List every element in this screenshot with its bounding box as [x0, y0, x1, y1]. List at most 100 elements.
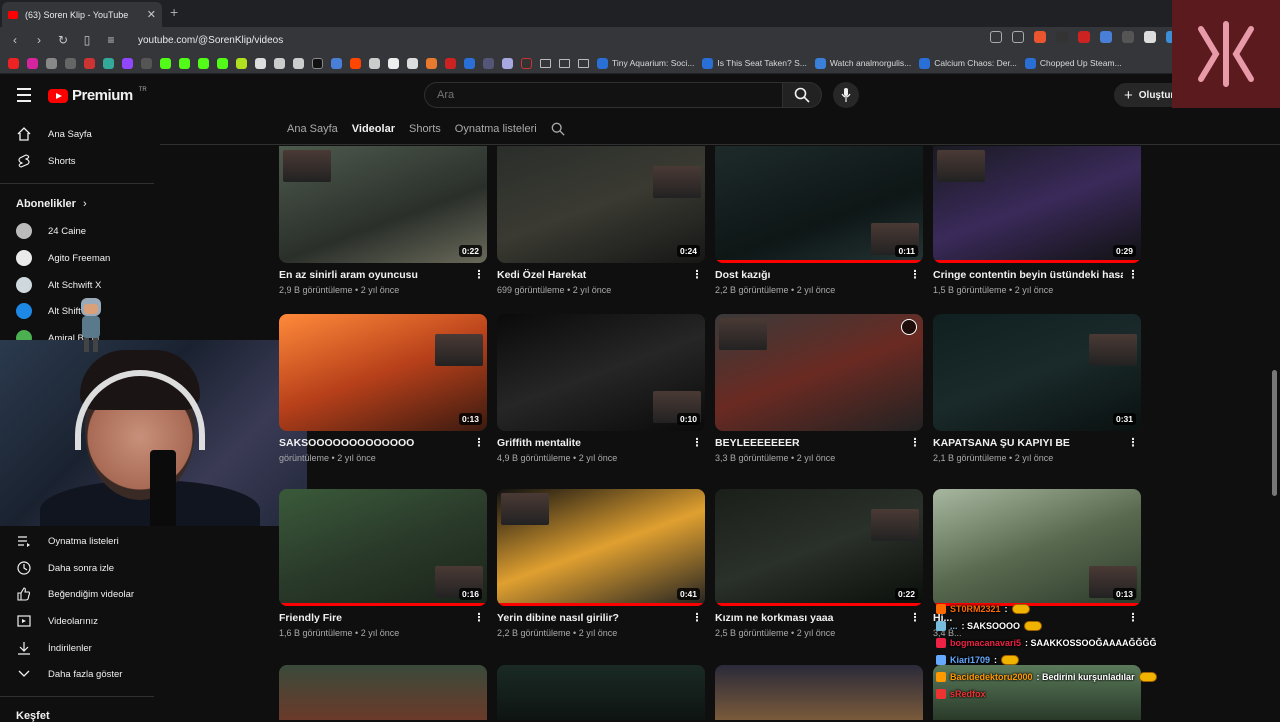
bookmark-x-icon[interactable]	[312, 57, 323, 69]
bookmark-kick-icon[interactable]	[179, 57, 190, 69]
more-options-icon[interactable]: ⋮	[691, 612, 703, 624]
bookmark-item[interactable]: Chopped Up Steam...	[1024, 57, 1122, 69]
video-title[interactable]: Kedi Özel Harekat	[497, 269, 687, 281]
bookmark-kick-icon[interactable]	[160, 57, 171, 69]
sidebar-item-liked[interactable]: Beğendiğim videolar	[16, 584, 134, 604]
extension-icon[interactable]	[1144, 31, 1156, 43]
video-card[interactable]: 0:41 Yerin dibine nasıl girilir? 2,2 B gör…	[497, 489, 705, 638]
sidebar-item-show-more[interactable]: Daha fazla göster	[16, 664, 122, 684]
video-thumbnail[interactable]: 0:31	[933, 314, 1141, 431]
bookmark-icon[interactable]	[388, 57, 399, 69]
video-title[interactable]: Cringe contentin beyin üstündeki hasarı	[933, 269, 1123, 281]
video-title[interactable]: Dost kazığı	[715, 269, 905, 281]
video-card[interactable]: 0:24 Kedi Özel Harekat 699 görüntüleme • 2…	[497, 146, 705, 295]
video-thumbnail[interactable]: 0:22	[715, 489, 923, 606]
sidebar-item-home[interactable]: Ana Sayfa	[16, 124, 92, 144]
sidebar-item-shorts[interactable]: Shorts	[16, 151, 75, 171]
sidebar-item-subscription[interactable]: Alt Schwift X	[16, 275, 101, 295]
tab-videos[interactable]: Videolar	[352, 123, 395, 135]
extension-icon[interactable]	[1122, 31, 1134, 43]
video-card[interactable]: 0:10 Griffith mentalite 4,9 B görüntüleme …	[497, 314, 705, 463]
more-options-icon[interactable]: ⋮	[1127, 269, 1139, 281]
bookmark-drive-icon[interactable]	[103, 57, 114, 69]
bookmark-folder-icon[interactable]	[559, 58, 570, 68]
bookmark-item[interactable]: Is This Seat Taken? S...	[702, 57, 807, 69]
bookmark-icon[interactable]	[331, 57, 342, 69]
bookmark-icon[interactable]	[65, 57, 76, 69]
video-thumbnail[interactable]	[715, 314, 923, 431]
hamburger-menu-icon[interactable]	[17, 88, 31, 106]
sidebar-item-subscription[interactable]: Alt Shift	[16, 301, 81, 321]
video-card[interactable]: 0:31 KAPATSANA ŞU KAPIYI BE 2,1 B görüntül…	[933, 314, 1141, 463]
video-thumbnail[interactable]	[715, 665, 923, 720]
back-icon[interactable]: ‹	[8, 33, 22, 47]
more-options-icon[interactable]: ⋮	[691, 437, 703, 449]
video-thumbnail[interactable]: 0:13	[279, 314, 487, 431]
video-title[interactable]: Yerin dibine nasıl girilir?	[497, 612, 687, 624]
sidebar-item-playlists[interactable]: Oynatma listeleri	[16, 531, 119, 551]
video-title[interactable]: Kızım ne korkması yaaa	[715, 612, 905, 624]
reload-icon[interactable]: ↻	[56, 33, 70, 47]
sidebar-item-watch-later[interactable]: Daha sonra izle	[16, 558, 114, 578]
tab-close-icon[interactable]: ✕	[147, 8, 156, 21]
channel-search-icon[interactable]	[551, 122, 565, 136]
tab-playlists[interactable]: Oynatma listeleri	[455, 123, 537, 135]
search-input[interactable]	[424, 82, 782, 108]
sidebar-item-subscription[interactable]: 24 Caine	[16, 221, 86, 241]
extension-icon[interactable]	[1100, 31, 1112, 43]
video-title[interactable]: SAKSOOOOOOOOOOOOO	[279, 437, 469, 449]
bookmark-icon[interactable]	[369, 57, 380, 69]
bookmark-kick-icon[interactable]	[198, 57, 209, 69]
bookmark-item[interactable]: Tiny Aquarium: Soci...	[597, 57, 694, 69]
more-options-icon[interactable]: ⋮	[473, 437, 485, 449]
more-options-icon[interactable]: ⋮	[909, 612, 921, 624]
video-thumbnail[interactable]: 0:22	[279, 146, 487, 263]
bookmark-icon[interactable]	[426, 57, 437, 69]
more-options-icon[interactable]: ⋮	[1127, 437, 1139, 449]
video-thumbnail[interactable]: 0:41	[497, 489, 705, 606]
bookmark-icon[interactable]	[141, 57, 152, 69]
watch-later-icon[interactable]	[901, 319, 917, 335]
sidebar-item-your-videos[interactable]: Videolarınız	[16, 611, 98, 631]
bookmark-icon[interactable]	[464, 57, 475, 69]
video-title[interactable]: BEYLEEEEEEER	[715, 437, 905, 449]
bookmark-item[interactable]: Calcium Chaos: Der...	[919, 57, 1017, 69]
video-card[interactable]: 0:13 SAKSOOOOOOOOOOOOO görüntüleme • 2 yıl…	[279, 314, 487, 463]
sidebar-item-downloads[interactable]: İndirilenler	[16, 638, 92, 658]
scrollbar-thumb[interactable]	[1272, 370, 1277, 496]
video-card[interactable]: 0:29 Cringe contentin beyin üstündeki has…	[933, 146, 1141, 295]
bookmark-icon[interactable]	[293, 57, 304, 69]
search-button[interactable]	[782, 82, 822, 108]
video-card[interactable]: 0:22 En az sinirli aram oyuncusu 2,9 B gör…	[279, 146, 487, 295]
share-icon[interactable]	[1012, 31, 1024, 43]
bookmark-instagram-icon[interactable]	[27, 57, 38, 69]
browser-tab[interactable]: (63) Soren Klip - YouTube ✕	[2, 2, 162, 27]
video-card[interactable]: 0:22 Kızım ne korkması yaaa 2,5 B görüntül…	[715, 489, 923, 638]
video-thumbnail[interactable]: 0:13	[933, 489, 1141, 606]
bookmark-icon[interactable]: ▯	[80, 33, 94, 47]
bookmark-icon[interactable]	[521, 57, 532, 69]
voice-search-button[interactable]	[833, 82, 859, 108]
bookmark-youtube-icon[interactable]	[8, 57, 19, 69]
video-thumbnail[interactable]: 0:29	[933, 146, 1141, 263]
extension-icon[interactable]	[1056, 31, 1068, 43]
more-options-icon[interactable]: ⋮	[473, 612, 485, 624]
bookmark-twitch-icon[interactable]	[122, 57, 133, 69]
video-title[interactable]: Friendly Fire	[279, 612, 469, 624]
bookmark-icon[interactable]	[255, 57, 266, 69]
bookmark-folder-icon[interactable]	[540, 58, 551, 68]
video-thumbnail[interactable]	[497, 665, 705, 720]
sidebar-item-subscription[interactable]: Agito Freeman	[16, 248, 110, 268]
bookmark-icon[interactable]	[236, 57, 247, 69]
forward-icon[interactable]: ›	[32, 33, 46, 47]
video-card[interactable]: 0:13 Hi... 3,4 B... ⋮	[933, 489, 1141, 638]
bookmark-item[interactable]: Watch analmorgulis...	[814, 57, 911, 69]
video-title[interactable]: Griffith mentalite	[497, 437, 687, 449]
site-info-icon[interactable]: ≡	[104, 33, 118, 47]
video-card[interactable]: 0:16 Friendly Fire 1,6 B görüntüleme • 2 y…	[279, 489, 487, 638]
bookmark-icon[interactable]	[445, 57, 456, 69]
video-thumbnail[interactable]	[279, 665, 487, 720]
brave-shield-icon[interactable]	[1034, 31, 1046, 43]
video-title[interactable]: KAPATSANA ŞU KAPIYI BE	[933, 437, 1123, 449]
video-thumbnail[interactable]: 0:24	[497, 146, 705, 263]
